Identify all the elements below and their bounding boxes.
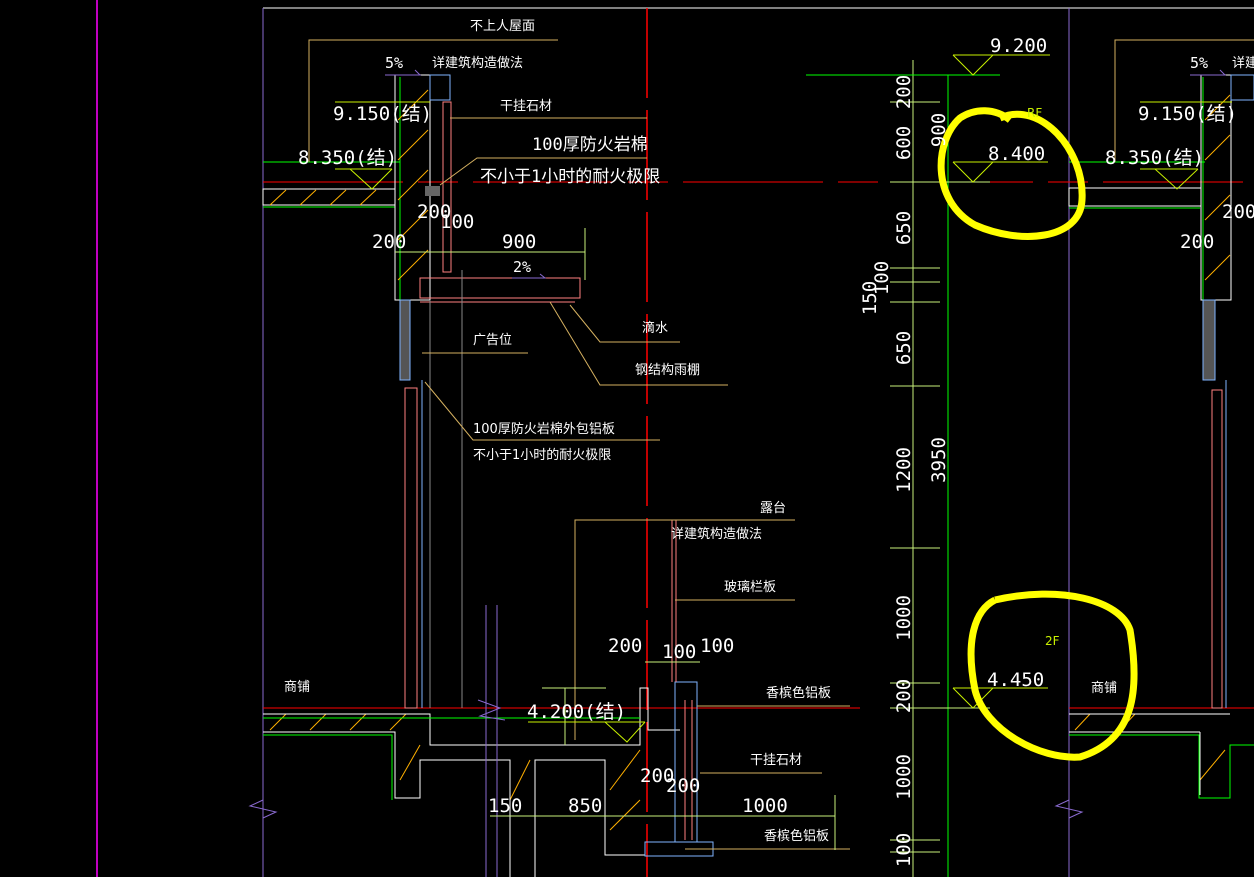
- elevation-top: 9.200: [990, 35, 1047, 57]
- rockwool-fill: [425, 186, 440, 196]
- dim-label: 100: [662, 641, 696, 663]
- elevation-parapet-left: 9.150(结): [333, 103, 432, 125]
- dim-label: 850: [568, 795, 602, 817]
- dim-label: 200: [893, 75, 915, 109]
- label-shop-left: 商铺: [284, 680, 310, 695]
- label-terrace: 露台: [760, 501, 786, 516]
- elevation-markers: [335, 54, 1232, 743]
- label-glass-railing: 玻璃栏板: [724, 580, 776, 595]
- dim-total: 3950: [928, 437, 950, 483]
- cad-drawing-canvas[interactable]: 不上人屋面 详建筑构造做法 详建 干挂石材 100厚防火岩棉 不小于1小时的耐火…: [0, 0, 1254, 877]
- dim-label: 100: [893, 833, 915, 867]
- dim-label: 900: [502, 231, 536, 253]
- level-label-rf: RF: [1027, 106, 1042, 120]
- dim-label: 1000: [893, 595, 915, 641]
- slope-roof-right: 5%: [1190, 54, 1208, 72]
- label-champagne-al-lower: 香槟色铝板: [764, 828, 829, 844]
- label-roof: 不上人屋面: [470, 19, 535, 34]
- dim-label: 200: [1180, 231, 1214, 253]
- elevation-roof-left: 8.350(结): [298, 147, 397, 169]
- dim-label: 1200: [893, 447, 915, 493]
- label-champagne-al-upper: 香槟色铝板: [766, 685, 831, 701]
- dim-label: 650: [893, 211, 915, 245]
- dim-label: 200: [893, 679, 915, 713]
- label-see-construction-mid: 详建筑构造做法: [671, 526, 762, 542]
- vertical-dimension-labels: 200 600 650 100 150 650 1200 1000 200 10…: [859, 75, 950, 867]
- elevation-parapet-right: 9.150(结): [1138, 103, 1237, 125]
- elevation-2f: 4.450: [987, 669, 1044, 691]
- label-dry-stone: 干挂石材: [500, 99, 552, 114]
- dim-label: 200: [1222, 201, 1254, 223]
- dim-label: 100: [700, 635, 734, 657]
- slope-canopy: 2%: [513, 258, 531, 276]
- dim-label: 100: [440, 211, 474, 233]
- dim-label: 200: [608, 635, 642, 657]
- floor-slab-2f-left: [263, 520, 714, 877]
- label-steel-canopy: 钢结构雨棚: [635, 363, 700, 378]
- markup-circle-rf[interactable]: [937, 107, 1086, 240]
- label-see-construction: 详建筑构造做法: [432, 55, 523, 71]
- level-label-2f: 2F: [1045, 634, 1060, 648]
- dim-label: 650: [893, 331, 915, 365]
- elevation-rf: 8.400: [988, 143, 1045, 165]
- label-rockwool-2: 不小于1小时的耐火极限: [480, 167, 660, 187]
- label-rockwool-al-1: 100厚防火岩棉外包铝板: [473, 421, 615, 437]
- label-drip: 滴水: [642, 320, 668, 336]
- label-ad-position: 广告位: [473, 333, 512, 348]
- elevation-roof-right: 8.350(结): [1105, 147, 1204, 169]
- dim-label: 600: [893, 126, 915, 160]
- dim-label: 1000: [742, 795, 788, 817]
- label-see-construction-right: 详建: [1232, 56, 1254, 71]
- label-dry-stone-bottom: 干挂石材: [750, 753, 802, 768]
- dim-label: 150: [488, 795, 522, 817]
- label-rockwool-1: 100厚防火岩棉: [532, 135, 648, 155]
- dim-label: 200: [372, 231, 406, 253]
- dim-total-upper: 900: [928, 113, 950, 147]
- concrete-hatch: [269, 89, 1231, 831]
- slope-roof-left: 5%: [385, 54, 403, 72]
- dim-label: 200: [666, 775, 700, 797]
- label-rockwool-al-2: 不小于1小时的耐火极限: [473, 447, 611, 463]
- label-shop-right: 商铺: [1091, 681, 1117, 696]
- elevation-terrace: 4.200(结): [527, 701, 626, 723]
- dim-label: 150: [859, 281, 881, 315]
- dim-label: 1000: [893, 754, 915, 800]
